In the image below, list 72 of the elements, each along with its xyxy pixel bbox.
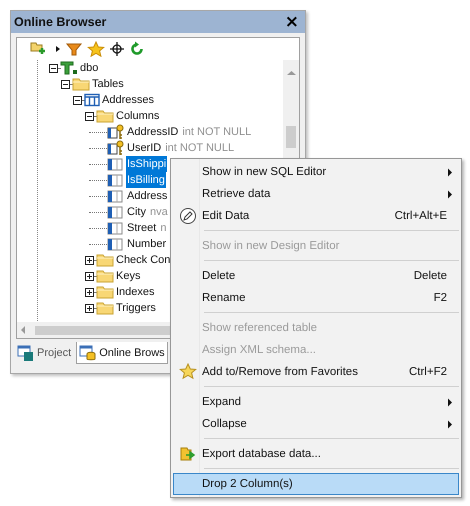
data-type-label: int NOT NULL xyxy=(165,142,234,154)
expander-icon[interactable] xyxy=(61,80,70,88)
tree-item[interactable]: AddressID xyxy=(126,124,180,140)
expander-icon[interactable] xyxy=(85,112,94,120)
folder-icon xyxy=(96,109,114,123)
folder-icon xyxy=(72,77,90,91)
tree-item[interactable]: dbo xyxy=(79,60,100,76)
menu-item[interactable]: Add to/Remove from Favorites Ctrl+F2 xyxy=(173,361,459,383)
close-button[interactable]: × xyxy=(282,13,301,31)
tree-item[interactable]: Indexes xyxy=(115,284,156,300)
export-icon xyxy=(179,445,197,463)
expander-icon[interactable] xyxy=(85,272,94,280)
shortcut-label: Ctrl+F2 xyxy=(408,366,447,378)
folder-icon xyxy=(96,301,114,315)
column-icon xyxy=(107,236,125,252)
menu-item[interactable]: Delete Delete xyxy=(173,265,459,287)
scroll-thumb[interactable] xyxy=(286,126,296,148)
menu-item[interactable]: Drop 2 Column(s) xyxy=(173,473,459,495)
tree-item[interactable]: Keys xyxy=(115,268,142,284)
shortcut-label: F2 xyxy=(434,292,447,304)
tree-item[interactable]: Columns xyxy=(115,108,160,124)
data-type-label: nva xyxy=(150,206,168,218)
tree-item[interactable]: IsShippi xyxy=(126,156,168,172)
menu-item[interactable]: Expand xyxy=(173,391,459,413)
refresh-icon[interactable] xyxy=(129,41,145,57)
menu-item[interactable]: Retrieve data xyxy=(173,183,459,205)
pencil-icon xyxy=(179,207,197,225)
star-icon[interactable] xyxy=(87,41,105,57)
crosshair-icon[interactable] xyxy=(109,41,125,57)
tree-item[interactable]: IsBilling xyxy=(126,172,166,188)
column-icon xyxy=(107,204,125,220)
expander-icon[interactable] xyxy=(85,288,94,296)
panel-tab[interactable]: Online Brows xyxy=(76,342,168,364)
column-icon xyxy=(107,220,125,236)
shortcut-label: Ctrl+Alt+E xyxy=(394,210,447,222)
expander-icon[interactable] xyxy=(85,304,94,312)
column-icon xyxy=(107,172,125,188)
filter-icon[interactable] xyxy=(65,41,83,57)
tree-item[interactable]: Number xyxy=(126,236,168,252)
folder-icon xyxy=(96,253,114,267)
key-column-icon xyxy=(107,124,125,140)
data-type-label: n xyxy=(160,222,166,234)
folder-icon xyxy=(96,285,114,299)
tree-item[interactable]: Address xyxy=(126,188,168,204)
shortcut-label: Delete xyxy=(414,270,447,282)
project-icon xyxy=(17,345,35,361)
star-icon xyxy=(179,363,197,381)
tree-item[interactable]: Addresses xyxy=(101,92,155,108)
tree-item[interactable]: Tables xyxy=(91,76,125,92)
expander-icon[interactable] xyxy=(49,64,58,72)
menu-item[interactable]: Edit Data Ctrl+Alt+E xyxy=(173,205,459,227)
data-type-label: int NOT NULL xyxy=(182,126,252,138)
panel-tab[interactable]: Project xyxy=(14,342,74,364)
key-column-icon xyxy=(107,140,125,156)
column-icon xyxy=(107,156,125,172)
table-icon xyxy=(84,93,100,107)
tree-item[interactable]: Street xyxy=(126,220,158,236)
menu-item[interactable]: Collapse xyxy=(173,413,459,435)
tree-item[interactable]: UserID xyxy=(126,140,162,156)
tree-item[interactable]: Triggers xyxy=(115,300,157,316)
expander-icon[interactable] xyxy=(73,96,82,104)
menu-item[interactable]: Show in new SQL Editor xyxy=(173,161,459,183)
tree-item[interactable]: City xyxy=(126,204,147,220)
menu-item[interactable]: Rename F2 xyxy=(173,287,459,309)
schema-icon xyxy=(60,61,78,75)
database-window-icon xyxy=(79,344,98,360)
panel-title: Online Browser xyxy=(14,15,106,29)
folder-icon xyxy=(96,269,114,283)
column-icon xyxy=(107,188,125,204)
tree-item[interactable]: Check Con xyxy=(115,252,172,268)
menu-item[interactable]: Export database data... xyxy=(173,443,459,465)
expander-icon[interactable] xyxy=(85,256,94,264)
